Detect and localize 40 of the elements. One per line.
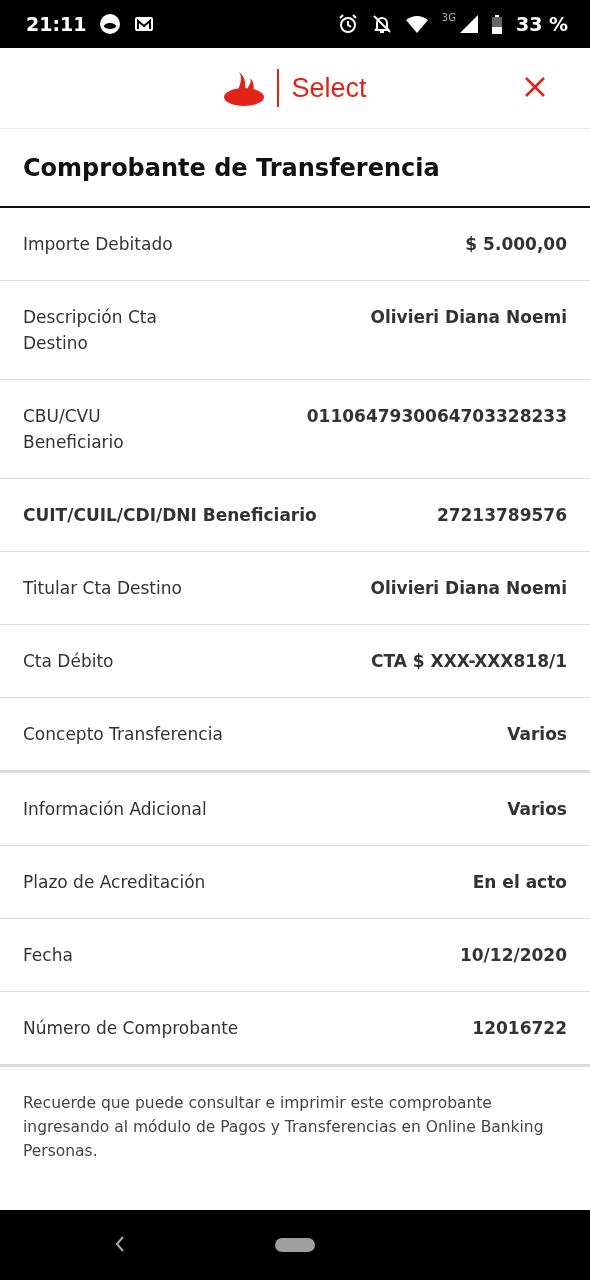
- field-value: CTA $ XXX-XXX818/1: [370, 650, 567, 673]
- field-label: Titular Cta Destino: [23, 577, 183, 600]
- field-value: $ 5.000,00: [465, 233, 567, 256]
- clock-time: 21:11: [26, 13, 87, 35]
- mail-icon: [134, 16, 155, 32]
- field-label: CBU/CVU Beneficiario: [23, 405, 125, 454]
- battery-percentage: 33 %: [515, 13, 568, 35]
- alarm-icon: [337, 14, 358, 34]
- page-title: Comprobante de Transferencia: [0, 129, 590, 208]
- back-button[interactable]: [114, 1235, 126, 1253]
- field-label: Descripción Cta Destino: [23, 306, 158, 355]
- back-chevron-icon: [114, 1235, 126, 1253]
- cell-signal-icon: [459, 15, 478, 33]
- battery-icon: [491, 14, 502, 34]
- notifications-off-icon: [371, 14, 392, 34]
- home-button[interactable]: [275, 1238, 315, 1252]
- close-icon: [524, 76, 546, 98]
- field-value: Varios: [507, 798, 567, 821]
- field-label: Importe Debitado: [23, 233, 174, 256]
- field-value: Olivieri Diana Noemi: [370, 577, 567, 600]
- field-value: Olivieri Diana Noemi: [370, 306, 567, 329]
- field-value: 0110647930064703328233: [306, 405, 567, 428]
- field-value: Varios: [507, 723, 567, 746]
- field-label: Plazo de Acreditación: [23, 871, 207, 894]
- field-value: En el acto: [472, 871, 567, 894]
- field-label: CUIT/CUIL/CDI/DNI Beneficiario: [23, 504, 318, 527]
- app-notification-icon: [100, 14, 121, 34]
- field-label: Fecha: [23, 944, 74, 967]
- network-type-label: 3G: [441, 12, 456, 23]
- wifi-icon: [405, 15, 428, 33]
- field-label: Cta Débito: [23, 650, 115, 673]
- field-label: Concepto Transferencia: [23, 723, 224, 746]
- field-value: 10/12/2020: [459, 944, 567, 967]
- flame-logo-icon: [223, 70, 266, 106]
- field-label: Número de Comprobante: [23, 1017, 240, 1040]
- brand-name: Select: [291, 72, 367, 104]
- footer-note: Recuerde que puede consultar e imprimir este comprobante ingresando al módulo de Pagos y Transferencias en Online Banking Personas.: [22, 1093, 545, 1162]
- field-value: 27213789576: [436, 504, 567, 527]
- field-value: 12016722: [472, 1017, 567, 1040]
- field-label: Información Adicional: [23, 798, 208, 821]
